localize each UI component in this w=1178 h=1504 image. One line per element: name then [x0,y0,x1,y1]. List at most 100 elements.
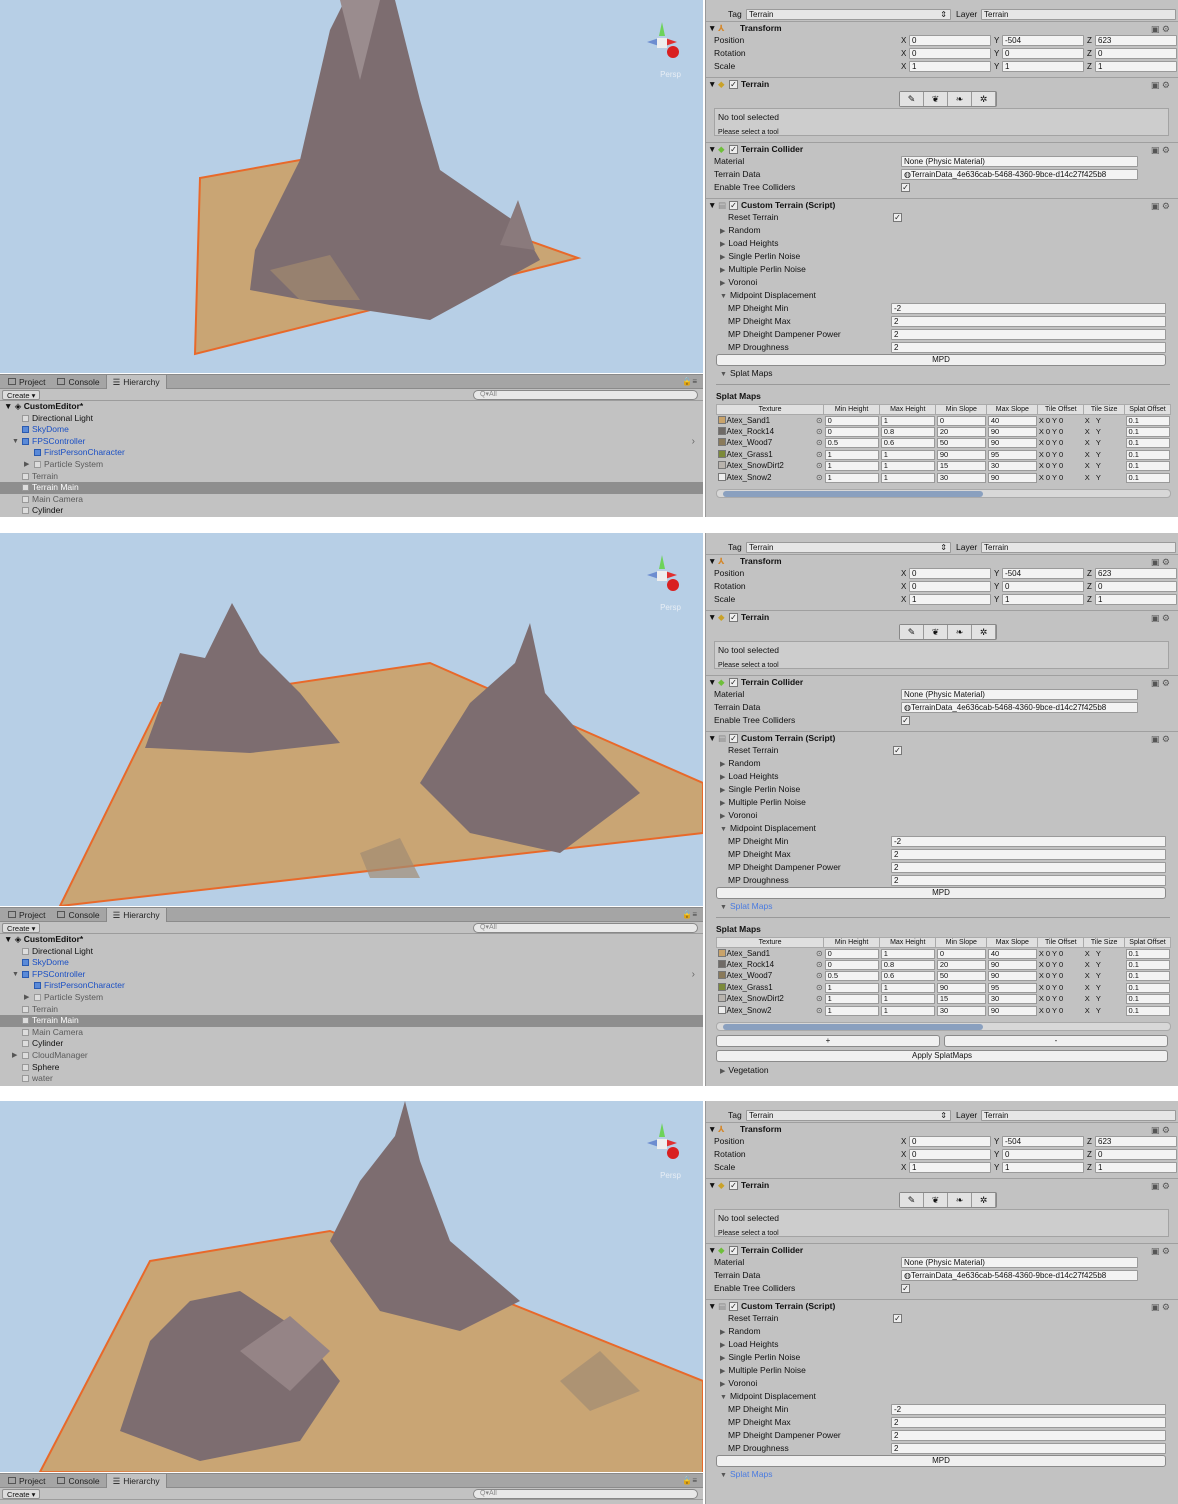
hierarchy-item[interactable]: SkyDome [0,957,703,969]
texture-cell[interactable]: Atex_Sand1 ⊙ [717,948,824,960]
max-slope-field[interactable]: 40 [987,415,1037,426]
max-slope-field[interactable]: 90 [987,971,1037,982]
foldout-midpoint[interactable]: ▼ Midpoint Displacement [706,822,1178,835]
texture-cell[interactable]: Atex_Snow2 ⊙ [717,1005,824,1017]
tile-offset-field[interactable]: X 0 Y 0 [1038,438,1084,450]
object-picker-icon[interactable]: ⊙ [816,983,823,993]
rotation-x-field[interactable]: 0 [909,581,991,592]
tile-size-field[interactable]: X Y [1084,971,1125,983]
texture-cell[interactable]: Atex_Rock14 ⊙ [717,426,824,438]
min-slope-field[interactable]: 20 [936,959,986,970]
horizontal-scrollbar[interactable] [716,489,1171,498]
hierarchy-item[interactable]: Terrain [0,471,703,483]
mpd-field[interactable]: 2 [891,316,1166,327]
terrain-header[interactable]: ▼ ◆ ✓ Terrain ▣ ⚙ [706,77,1178,90]
max-height-field[interactable]: 1 [880,461,935,472]
splat-offset-field[interactable]: 0.1 [1125,472,1170,483]
object-picker-icon[interactable]: ⊙ [816,473,823,483]
foldout-item[interactable]: ▶ Voronoi [706,809,1178,822]
max-slope-field[interactable]: 95 [987,982,1037,993]
scene-view[interactable]: Persp [0,533,703,906]
tile-size-field[interactable]: X Y [1084,472,1125,484]
max-height-field[interactable]: 0.6 [880,438,935,449]
chevron-right-icon[interactable]: › [692,969,695,981]
position-x-field[interactable]: 0 [909,568,991,579]
mpd-button[interactable]: MPD [716,354,1166,366]
tag-dropdown[interactable]: Terrain ⇕ [746,542,951,553]
hierarchy-item[interactable]: Terrain Main [0,482,703,494]
remove-splat-button[interactable]: - [944,1035,1168,1047]
foldout-arrow-icon[interactable]: ▶ [12,1050,17,1062]
texture-cell[interactable]: Atex_Wood7 ⊙ [717,438,824,450]
splat-offset-field[interactable]: 0.1 [1125,449,1170,460]
hierarchy-item[interactable]: Directional Light [0,413,703,425]
layer-dropdown[interactable]: Terrain [981,542,1176,553]
min-height-field[interactable]: 0 [824,959,879,970]
mpd-field[interactable]: -2 [891,303,1166,314]
mpd-button[interactable]: MPD [716,1455,1166,1467]
object-picker-icon[interactable]: ⊙ [816,949,823,959]
mpd-field[interactable]: 2 [891,1443,1166,1454]
scale-y-field[interactable]: 1 [1002,594,1084,605]
texture-cell[interactable]: Atex_Snow2 ⊙ [717,472,824,484]
terrain-data-field[interactable]: ◍TerrainData_4e636cab-5468-4360-9bce-d14… [901,1270,1138,1281]
texture-cell[interactable]: Atex_SnowDirt2 ⊙ [717,994,824,1006]
hierarchy-item[interactable]: Main Camera [0,494,703,506]
position-x-field[interactable]: 0 [909,35,991,46]
tile-offset-field[interactable]: X 0 Y 0 [1038,472,1084,484]
splat-offset-field[interactable]: 0.1 [1125,982,1170,993]
tab-console[interactable]: Console [51,908,105,922]
hierarchy-item[interactable]: water [0,1073,703,1085]
scrollbar-thumb[interactable] [723,1024,983,1030]
scale-x-field[interactable]: 1 [909,1162,991,1173]
min-slope-field[interactable]: 0 [936,415,986,426]
physic-material-field[interactable]: None (Physic Material) [901,156,1138,167]
foldout-item[interactable]: ▶ Single Perlin Noise [706,783,1178,796]
position-y-field[interactable]: -504 [1002,1136,1084,1147]
foldout-item[interactable]: ▶ Load Heights [706,237,1178,250]
object-picker-icon[interactable]: ⊙ [816,438,823,448]
foldout-splat-maps[interactable]: ▼ Splat Maps [706,900,1178,913]
min-height-field[interactable]: 0.5 [824,971,879,982]
rotation-x-field[interactable]: 0 [909,48,991,59]
max-height-field[interactable]: 1 [880,948,935,959]
max-height-field[interactable]: 0.8 [880,959,935,970]
foldout-midpoint[interactable]: ▼ Midpoint Displacement [706,289,1178,302]
details-tool-icon[interactable]: ❧ [948,1193,972,1207]
custom-terrain-header[interactable]: ▼ ▤ ✓ Custom Terrain (Script) ▣ ⚙ [706,731,1178,744]
max-height-field[interactable]: 1 [880,415,935,426]
create-button[interactable]: Create ▾ [2,1488,41,1499]
reset-terrain-checkbox[interactable]: ✓ [893,1314,902,1323]
min-height-field[interactable]: 0.5 [824,438,879,449]
terrain-enabled-checkbox[interactable]: ✓ [729,613,738,622]
foldout-arrow-icon[interactable]: ▼ [12,969,19,981]
terrain-data-field[interactable]: ◍TerrainData_4e636cab-5468-4360-9bce-d14… [901,702,1138,713]
hierarchy-item[interactable]: ▼ FPSController › [0,436,703,448]
layer-dropdown[interactable]: Terrain [981,9,1176,20]
tile-size-field[interactable]: X Y [1084,1005,1125,1017]
hierarchy-item[interactable]: Terrain Main [0,1015,703,1027]
max-slope-field[interactable]: 95 [987,449,1037,460]
tab-hierarchy[interactable]: ☰ Hierarchy [105,1474,167,1488]
object-picker-icon[interactable]: ⊙ [816,450,823,460]
min-height-field[interactable]: 1 [824,449,879,460]
lock-icon[interactable]: 🔒≡ [682,910,697,919]
layer-dropdown[interactable]: Terrain [981,1110,1176,1121]
max-height-field[interactable]: 1 [880,994,935,1005]
tab-hierarchy[interactable]: ☰ Hierarchy [105,375,167,389]
hierarchy-item[interactable]: Cylinder [0,505,703,517]
tile-offset-field[interactable]: X 0 Y 0 [1038,971,1084,983]
tile-size-field[interactable]: X Y [1084,438,1125,450]
rotation-x-field[interactable]: 0 [909,1149,991,1160]
tile-offset-field[interactable]: X 0 Y 0 [1038,415,1084,427]
min-height-field[interactable]: 1 [824,1005,879,1016]
lock-icon[interactable]: 🔒≡ [682,377,697,386]
tile-offset-field[interactable]: X 0 Y 0 [1038,948,1084,960]
foldout-splat-maps[interactable]: ▼ Splat Maps [706,1468,1178,1481]
max-slope-field[interactable]: 90 [987,959,1037,970]
min-slope-field[interactable]: 0 [936,948,986,959]
position-y-field[interactable]: -504 [1002,568,1084,579]
foldout-item[interactable]: ▶ Random [706,757,1178,770]
gear-icon[interactable]: ✲ [972,92,996,106]
min-height-field[interactable]: 1 [824,994,879,1005]
